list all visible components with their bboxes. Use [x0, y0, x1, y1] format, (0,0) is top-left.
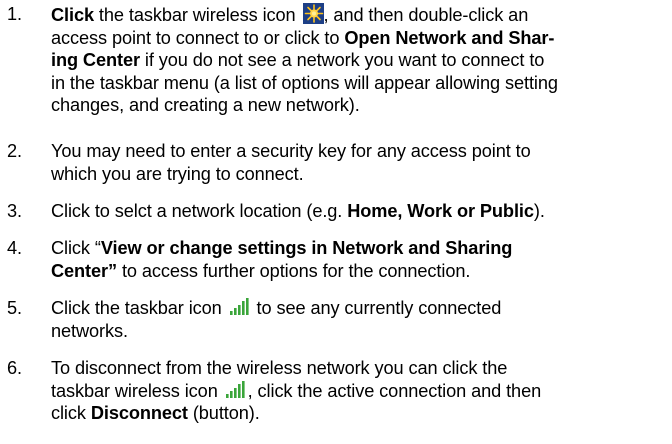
- text: changes, and creating a new network).: [51, 95, 360, 115]
- bold-text: Center”: [51, 260, 118, 281]
- text: , and then double-click an: [323, 5, 529, 25]
- text: which you are trying to connect.: [51, 163, 304, 184]
- text: if you do not see a network you want to …: [139, 50, 545, 70]
- step-text: Click to selct a network location (e.g. …: [51, 200, 672, 223]
- text: to access further options for the connec…: [117, 260, 471, 281]
- signal-bars-icon: [229, 297, 250, 316]
- step-number: 2.: [7, 141, 22, 161]
- text: the taskbar wireless icon: [93, 5, 301, 25]
- step-number: 3.: [7, 201, 22, 221]
- step-number: 6.: [7, 358, 22, 378]
- bold-text: ing Center: [51, 50, 140, 70]
- text: Click the taskbar icon: [51, 298, 227, 318]
- step-text: Click the taskbar wireless icon , and th…: [51, 3, 672, 117]
- bold-text: View or change settings in Network and S…: [100, 238, 513, 258]
- wireless-sunburst-icon: [302, 3, 324, 24]
- text: click: [51, 403, 91, 423]
- step-text: You may need to enter a security key for…: [51, 140, 672, 185]
- text: , click the active connection and then: [247, 380, 542, 401]
- bold-text: Home, Work or Public: [347, 201, 534, 221]
- step-text: Click “View or change settings in Networ…: [51, 237, 672, 282]
- step-text: To disconnect from the wireless network …: [51, 357, 672, 425]
- signal-bars-icon: [225, 380, 246, 399]
- text: Click “: [51, 238, 101, 258]
- step-number: 5.: [7, 298, 22, 318]
- text: You may need to enter a security key for…: [51, 141, 531, 161]
- text: in the taskbar menu (a list of options w…: [51, 72, 558, 93]
- bold-text: Click: [51, 5, 94, 25]
- text: networks.: [51, 320, 128, 341]
- text: to see any currently connected: [251, 298, 502, 318]
- text: To disconnect from the wireless network …: [51, 358, 508, 378]
- step-number: 4.: [7, 238, 22, 258]
- text: access point to connect to or click to: [51, 27, 345, 48]
- text: Click to selct a network location (e.g.: [51, 201, 348, 221]
- bold-text: Open Network and Shar-: [344, 27, 555, 48]
- text: ).: [533, 201, 545, 221]
- bold-text: Disconnect: [90, 403, 188, 423]
- text: (button).: [187, 403, 260, 423]
- text: taskbar wireless icon: [51, 380, 223, 401]
- step-text: Click the taskbar icon to see any curren…: [51, 297, 672, 342]
- step-number: 1.: [7, 4, 22, 24]
